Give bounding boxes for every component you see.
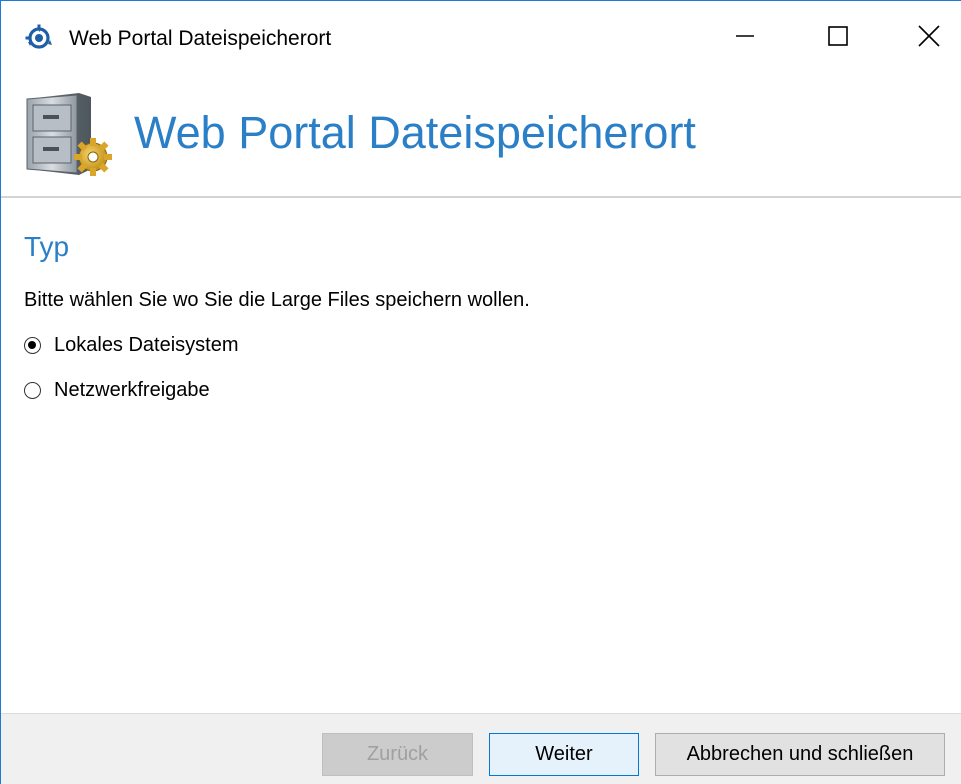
file-cabinet-gear-icon [21, 89, 117, 179]
option-local-filesystem[interactable]: Lokales Dateisystem [24, 330, 239, 360]
wizard-footer: Zurück Weiter Abbrechen und schließen [1, 713, 961, 784]
option-network-share[interactable]: Netzwerkfreigabe [24, 375, 210, 405]
radio-network-share[interactable] [24, 381, 41, 399]
title-bar[interactable]: Web Portal Dateispeicherort [1, 1, 961, 75]
minimize-button[interactable] [714, 13, 776, 63]
maximize-icon [828, 25, 848, 51]
wizard-header: Web Portal Dateispeicherort [1, 75, 961, 197]
header-title: Web Portal Dateispeicherort [134, 107, 696, 158]
header-divider [1, 196, 961, 198]
minimize-icon [735, 26, 755, 51]
close-button[interactable] [898, 13, 960, 63]
window-title: Web Portal Dateispeicherort [69, 27, 332, 50]
option-label: Lokales Dateisystem [54, 334, 239, 356]
maximize-button[interactable] [807, 13, 869, 63]
instruction-text: Bitte wählen Sie wo Sie die Large Files … [24, 289, 530, 311]
option-label: Netzwerkfreigabe [54, 379, 210, 401]
back-button[interactable]: Zurück [322, 733, 473, 776]
next-button[interactable]: Weiter [489, 733, 639, 776]
cancel-and-close-button[interactable]: Abbrechen und schließen [655, 733, 945, 776]
section-title: Typ [24, 231, 70, 262]
installer-window: Web Portal Dateispeicherort Web Portal D… [0, 0, 961, 784]
close-icon [918, 24, 940, 52]
refresh-gear-icon [25, 24, 53, 52]
radio-local-filesystem[interactable] [24, 336, 41, 354]
